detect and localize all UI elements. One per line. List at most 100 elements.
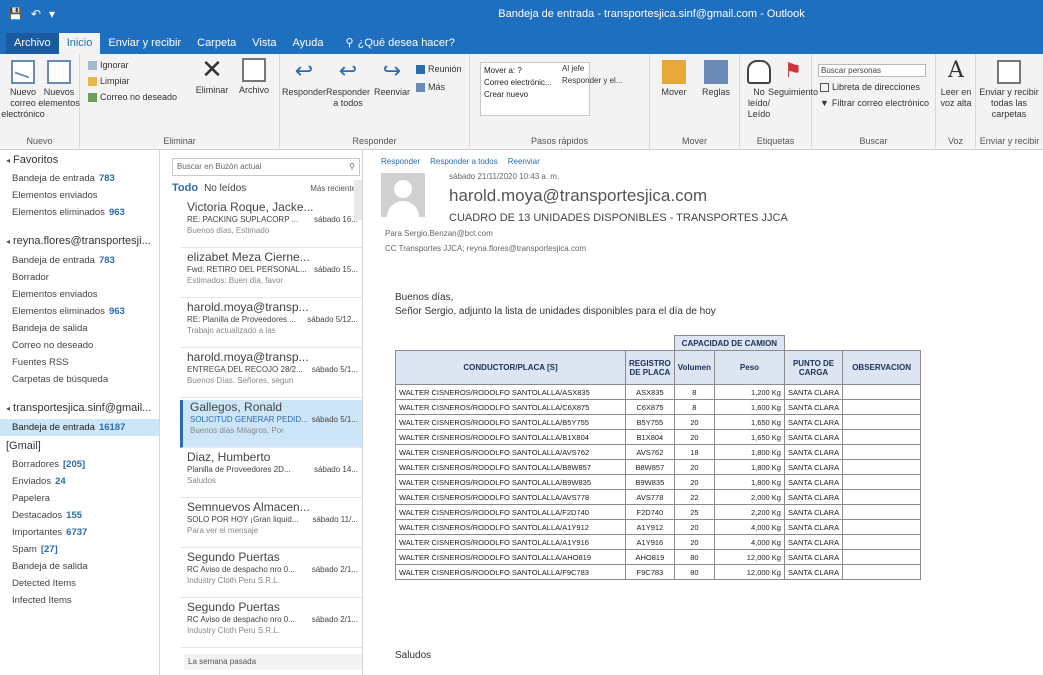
message-item[interactable]: Segundo Puertas RC Aviso de despacho nro …: [180, 600, 362, 648]
favorites-header[interactable]: ◂ Favoritos: [0, 150, 159, 170]
search-people-input[interactable]: Buscar personas: [818, 64, 926, 77]
folder-item[interactable]: Bandeja de entrada 783: [0, 252, 159, 269]
forward-button[interactable]: ↪ Reenviar: [372, 60, 412, 98]
folder-item[interactable]: Bandeja de entrada 783: [0, 170, 159, 187]
more-respond-button[interactable]: Más: [416, 82, 445, 92]
ignore-button[interactable]: Ignorar: [88, 60, 129, 70]
folder-item[interactable]: Importantes 6737: [0, 524, 159, 541]
ribbon-tabs: Archivo Inicio Enviar y recibir Carpeta …: [0, 30, 1043, 54]
message-subject-line: Planilla de Proveedores 2D... sábado 14..…: [180, 464, 362, 475]
mailbox-search-input[interactable]: Buscar en Buzón actual ⚲: [172, 158, 360, 176]
table-row: WALTER CISNEROS/RODOLFO SANTOLALLA/C6X87…: [395, 399, 922, 415]
follow-up-button[interactable]: ⚑ Seguimiento: [768, 60, 818, 98]
cell-driver: WALTER CISNEROS/RODOLFO SANTOLALLA/B9W83…: [395, 474, 626, 490]
tab-home[interactable]: Inicio: [58, 33, 101, 54]
message-subject: RE: PACKING SUPLACORP ...: [187, 215, 299, 224]
account-header-2[interactable]: ◂ transportesjica.sinf@gmail...: [0, 398, 159, 419]
cell-driver: WALTER CISNEROS/RODOLFO SANTOLALLA/AVS76…: [395, 444, 626, 460]
junk-button[interactable]: Correo no deseado: [88, 92, 177, 102]
cell-load-point: SANTA CLARA: [783, 429, 844, 445]
cell-volume: 20: [673, 519, 715, 535]
message-subject-line: Fwd: RETIRO DEL PERSONAL... sábado 15...: [180, 264, 362, 275]
tab-folder[interactable]: Carpeta: [189, 33, 244, 54]
tab-send-receive[interactable]: Enviar y recibir: [100, 33, 189, 54]
group-label-delete: Eliminar: [163, 136, 196, 146]
cell-weight: 1,600 Kg: [713, 399, 785, 415]
quick-step-manager[interactable]: Al jefe: [562, 64, 584, 73]
folder-item[interactable]: Bandeja de salida: [0, 320, 159, 337]
message-sender[interactable]: harold.moya@transportesjica.com: [449, 186, 707, 206]
table-row: WALTER CISNEROS/RODOLFO SANTOLALLA/B5Y75…: [395, 414, 922, 430]
quick-step-reply-delete[interactable]: Responder y el...: [562, 76, 622, 85]
folder-item[interactable]: Fuentes RSS: [0, 354, 159, 371]
folder-item[interactable]: Bandeja de salida: [0, 558, 159, 575]
message-item[interactable]: harold.moya@transp... ENTREGA DEL RECOJO …: [180, 350, 362, 398]
folder-item[interactable]: Elementos eliminados 963: [0, 303, 159, 320]
cell-load-point: SANTA CLARA: [783, 489, 844, 505]
delete-button[interactable]: ✕ Eliminar: [192, 56, 232, 96]
reply-button[interactable]: ↩ Responder: [282, 60, 326, 98]
folder-item[interactable]: Enviados 24: [0, 473, 159, 490]
account-header-1[interactable]: ◂ reyna.flores@transportesji...: [0, 231, 159, 252]
archive-button[interactable]: Archivo: [234, 58, 274, 96]
folder-item[interactable]: Borradores [205]: [0, 456, 159, 473]
reading-pane: Responder Responder a todos Reenviar sáb…: [363, 150, 1043, 675]
message-item[interactable]: Semnuevos Almacen... SOLO POR HOY ¡Gran l…: [180, 500, 362, 548]
reply-all-link[interactable]: Responder a todos: [430, 157, 498, 166]
message-preview: Saludos: [187, 476, 216, 485]
folder-item[interactable]: Bandeja de entrada 16187: [0, 419, 159, 436]
group-header-last-week[interactable]: La semana pasada: [184, 654, 362, 670]
new-email-button[interactable]: Nuevo correo electrónico: [1, 60, 45, 120]
folder-item[interactable]: Spam [27]: [0, 541, 159, 558]
folder-item[interactable]: Elementos enviados: [0, 187, 159, 204]
folder-item[interactable]: [Gmail]: [0, 436, 159, 456]
tab-view[interactable]: Vista: [244, 33, 284, 54]
forward-link[interactable]: Reenviar: [508, 157, 540, 166]
message-preview: Industry Cloth Peru S.R.L.: [187, 576, 280, 585]
send-receive-all-button[interactable]: Enviar y recibir todas las carpetas: [978, 60, 1040, 120]
reply-link[interactable]: Responder: [381, 157, 420, 166]
send-receive-icon: [997, 60, 1021, 84]
filter-all[interactable]: Todo: [172, 182, 198, 194]
collapse-icon: ◂: [6, 404, 11, 413]
col-driver: CONDUCTOR/PLACA [S]: [395, 350, 626, 385]
clean-up-button[interactable]: Limpiar: [88, 76, 130, 86]
sort-dropdown[interactable]: Más recientes: [310, 184, 360, 193]
reply-all-button[interactable]: ↩ Responder a todos: [326, 60, 370, 109]
address-book-button[interactable]: Libreta de direcciones: [820, 82, 920, 92]
capacity-header: CAPACIDAD DE CAMION: [673, 335, 785, 351]
move-button[interactable]: Mover: [654, 60, 694, 98]
folder-item[interactable]: Infected Items: [0, 592, 159, 609]
tab-file[interactable]: Archivo: [6, 33, 59, 54]
folder-item[interactable]: Elementos enviados: [0, 286, 159, 303]
folder-item[interactable]: Correo no deseado: [0, 337, 159, 354]
window-title: Bandeja de entrada - transportesjica.sin…: [498, 8, 805, 20]
tell-me-box[interactable]: ⚲ ¿Qué desea hacer?: [332, 32, 463, 54]
tab-help[interactable]: Ayuda: [285, 33, 332, 54]
list-scrollbar[interactable]: [354, 180, 362, 220]
message-item[interactable]: elizabet Meza Cierne... Fwd: RETIRO DEL P…: [180, 250, 362, 298]
folder-item[interactable]: Elementos eliminados 963: [0, 204, 159, 221]
cell-observation: [842, 399, 922, 415]
message-item[interactable]: Victoria Roque, Jacke... RE: PACKING SUPL…: [180, 200, 362, 248]
filter-unread[interactable]: No leídos: [204, 183, 246, 194]
quick-step-new[interactable]: Crear nuevo: [484, 89, 586, 101]
message-item[interactable]: Diaz, Humberto Planilla de Proveedores 2D…: [180, 450, 362, 498]
message-item[interactable]: Segundo Puertas RC Aviso de despacho nro …: [180, 550, 362, 598]
folder-item[interactable]: Papelera: [0, 490, 159, 507]
folder-item[interactable]: Carpetas de búsqueda: [0, 371, 159, 388]
folder-item[interactable]: Detected Items: [0, 575, 159, 592]
rules-button[interactable]: Reglas: [696, 60, 736, 98]
folder-name: Spam: [12, 544, 37, 555]
filter-email-button[interactable]: ▼ Filtrar correo electrónico: [820, 98, 929, 108]
meeting-button[interactable]: Reunión: [416, 64, 462, 74]
new-items-button[interactable]: Nuevos elementos: [38, 60, 80, 109]
spacer-cell: [784, 336, 920, 351]
message-item[interactable]: Gallegos, Ronald SOLICITUD GENERAR PEDID.…: [180, 400, 362, 448]
folder-item[interactable]: Destacados 155: [0, 507, 159, 524]
cell-weight: 1,650 Kg: [713, 414, 785, 430]
read-aloud-button[interactable]: A Leer en voz alta: [938, 60, 974, 109]
search-icon[interactable]: ⚲: [349, 159, 355, 175]
folder-item[interactable]: Borrador: [0, 269, 159, 286]
message-item[interactable]: harold.moya@transp... RE: Planilla de Pro…: [180, 300, 362, 348]
